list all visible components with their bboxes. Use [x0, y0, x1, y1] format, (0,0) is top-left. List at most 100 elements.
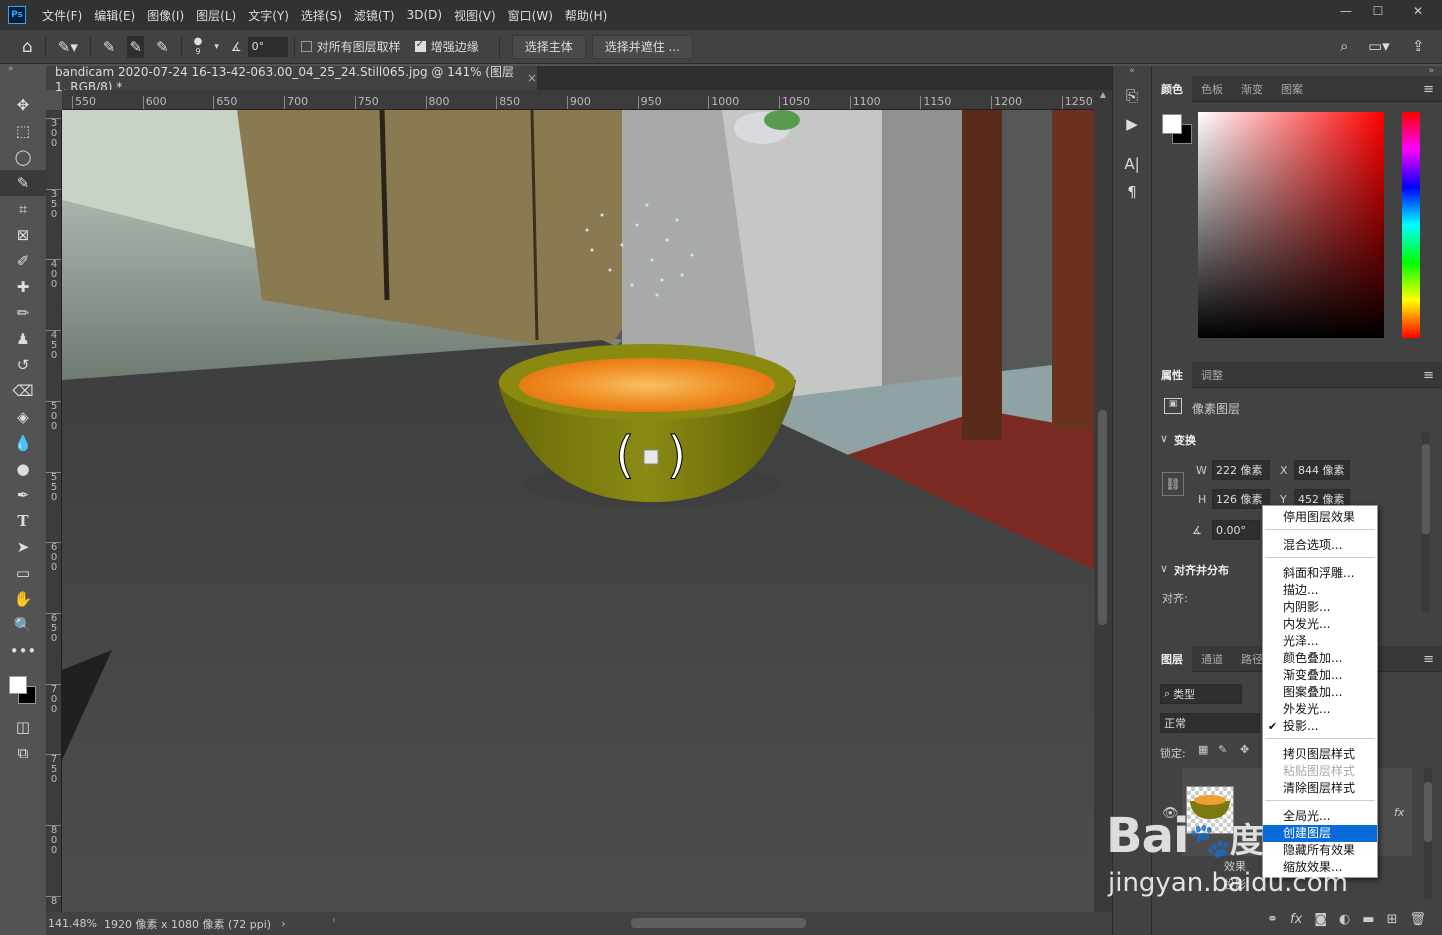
select-subject-button[interactable]: 选择主体 [511, 34, 586, 59]
context-menu-item[interactable]: 全局光... [1263, 808, 1377, 825]
eraser-tool-icon[interactable]: ⌫ [0, 378, 46, 404]
type-tool-icon[interactable]: T [0, 508, 46, 534]
character-icon[interactable]: A| [1113, 150, 1151, 178]
minimize-button[interactable]: — [1330, 0, 1362, 22]
horizontal-scroll-thumb[interactable] [631, 918, 806, 928]
canvas[interactable]: ( ) [62, 110, 1094, 912]
chevron-down-icon[interactable]: ∨ [1160, 562, 1168, 575]
lock-image-icon[interactable]: ✎ [1218, 743, 1227, 756]
menu-3d[interactable]: 3D(D) [401, 8, 448, 22]
pen-tool-icon[interactable]: ✒ [0, 482, 46, 508]
layer-filter-select[interactable]: ⌕ 类型 [1160, 684, 1242, 704]
tab-layers[interactable]: 图层 [1152, 645, 1192, 672]
sample-all-layers-checkbox[interactable]: 对所有图层取样 [300, 38, 401, 55]
visibility-eye-icon[interactable]: 👁 [1162, 806, 1179, 821]
subtract-selection-icon[interactable]: ✎ [156, 38, 169, 56]
panel-menu-icon[interactable]: ≡ [1423, 368, 1434, 383]
context-menu-item[interactable]: 渐变叠加... [1263, 667, 1377, 684]
restore-button[interactable]: ☐ [1362, 0, 1394, 22]
angle-input[interactable]: 0.00° [1212, 520, 1260, 540]
menu-view[interactable]: 视图(V) [448, 7, 502, 24]
collapse-icon[interactable]: » [0, 64, 46, 76]
context-menu-item[interactable]: 混合选项... [1263, 537, 1377, 554]
move-tool-icon[interactable]: ✥ [0, 92, 46, 118]
properties-scrollbar[interactable] [1422, 432, 1430, 612]
menu-file[interactable]: 文件(F) [36, 7, 88, 24]
brush-tool-icon[interactable]: ✏ [0, 300, 46, 326]
delete-layer-icon[interactable]: 🗑 [1409, 912, 1426, 927]
scroll-up-icon[interactable]: ▲ [1094, 90, 1112, 99]
panel-menu-icon[interactable]: ≡ [1423, 82, 1434, 97]
blend-mode-select[interactable]: 正常 [1160, 713, 1260, 733]
dodge-tool-icon[interactable]: ● [0, 456, 46, 482]
history-brush-tool-icon[interactable]: ↺ [0, 352, 46, 378]
context-menu-item[interactable]: 清除图层样式 [1263, 780, 1377, 797]
expand-icon[interactable]: » [1428, 66, 1434, 76]
x-input[interactable]: 844 像素 [1294, 460, 1350, 480]
more-tools-icon[interactable]: ••• [0, 638, 46, 664]
eyedropper-tool-icon[interactable]: ✐ [0, 248, 46, 274]
context-menu-item[interactable]: 颜色叠加... [1263, 650, 1377, 667]
lasso-tool-icon[interactable]: ◯ [0, 144, 46, 170]
fx-icon[interactable]: fx [1394, 806, 1404, 819]
layers-scroll-thumb[interactable] [1424, 782, 1432, 842]
zoom-level[interactable]: 141.48% [48, 917, 102, 930]
menu-type[interactable]: 文字(Y) [242, 7, 295, 24]
history-icon[interactable]: ⎘ [1113, 82, 1151, 110]
add-to-selection-icon[interactable]: ✎ [127, 35, 145, 58]
close-tab-icon[interactable]: × [527, 71, 537, 85]
menu-image[interactable]: 图像(I) [141, 7, 190, 24]
share-icon[interactable]: ⇪ [1412, 37, 1425, 55]
frame-tool-icon[interactable]: ⊠ [0, 222, 46, 248]
context-menu-item[interactable]: 停用图层效果 [1263, 509, 1377, 526]
context-menu-item[interactable]: 图案叠加... [1263, 684, 1377, 701]
transform-heading[interactable]: 变换 [1174, 432, 1196, 448]
context-menu-item[interactable]: 光泽... [1263, 633, 1377, 650]
paragraph-icon[interactable]: ¶ [1113, 178, 1151, 206]
horizontal-scrollbar[interactable]: ‹ › [332, 915, 1135, 930]
chevron-down-icon[interactable]: ▾ [214, 42, 219, 52]
color-field[interactable] [1198, 112, 1384, 338]
properties-scroll-thumb[interactable] [1422, 444, 1430, 534]
workspace-icon[interactable]: ▭▾ [1368, 37, 1390, 55]
vertical-scroll-thumb[interactable] [1098, 410, 1107, 625]
collapse-icon[interactable]: « [1113, 66, 1151, 82]
link-icon[interactable]: ⛓ [1162, 472, 1184, 496]
tab-gradients[interactable]: 渐变 [1232, 76, 1272, 102]
align-distribute-heading[interactable]: 对齐并分布 [1174, 562, 1229, 578]
add-style-icon[interactable]: fx [1290, 912, 1302, 927]
context-menu-item[interactable]: 缩放效果... [1263, 859, 1377, 876]
menu-help[interactable]: 帮助(H) [559, 7, 613, 24]
blur-tool-icon[interactable]: 💧 [0, 430, 46, 456]
new-group-icon[interactable]: ▬ [1362, 912, 1374, 927]
new-selection-icon[interactable]: ✎ [103, 38, 116, 56]
menu-filter[interactable]: 滤镜(T) [348, 7, 401, 24]
tab-adjustments[interactable]: 调整 [1192, 362, 1232, 388]
width-input[interactable]: 222 像素 [1212, 460, 1270, 480]
quick-mask-icon[interactable]: ◫ [0, 714, 46, 740]
marquee-tool-icon[interactable]: ⬚ [0, 118, 46, 144]
menu-select[interactable]: 选择(S) [295, 7, 348, 24]
menu-window[interactable]: 窗口(W) [502, 7, 559, 24]
tab-swatches[interactable]: 色板 [1192, 76, 1232, 102]
tab-color[interactable]: 颜色 [1152, 75, 1192, 102]
lock-transparent-icon[interactable]: ▦ [1198, 743, 1208, 756]
lock-position-icon[interactable]: ✥ [1240, 743, 1249, 756]
quick-selection-preset-icon[interactable]: ✎▾ [58, 38, 78, 56]
adjustment-layer-icon[interactable]: ◐ [1339, 912, 1350, 927]
enhance-edge-checkbox[interactable]: 增强边缘 [414, 38, 479, 55]
link-layers-icon[interactable]: ⚭ [1267, 912, 1278, 927]
home-icon[interactable]: ⌂ [22, 37, 33, 57]
rectangle-tool-icon[interactable]: ▭ [0, 560, 46, 586]
context-menu-item[interactable]: 外发光... [1263, 701, 1377, 718]
crop-tool-icon[interactable]: ⌗ [0, 196, 46, 222]
foreground-color-swatch[interactable] [9, 676, 27, 694]
tab-properties[interactable]: 属性 [1152, 361, 1192, 388]
scroll-left-icon[interactable]: ‹ [332, 915, 336, 926]
search-icon[interactable]: ⌕ [1340, 37, 1348, 55]
paint-bucket-tool-icon[interactable]: ◈ [0, 404, 46, 430]
context-menu-item[interactable]: 隐藏所有效果 [1263, 842, 1377, 859]
tab-patterns[interactable]: 图案 [1272, 76, 1312, 102]
angle-input[interactable]: 0° [247, 36, 288, 57]
document-tab[interactable]: bandicam 2020-07-24 16-13-42-063.00_04_2… [46, 65, 538, 94]
